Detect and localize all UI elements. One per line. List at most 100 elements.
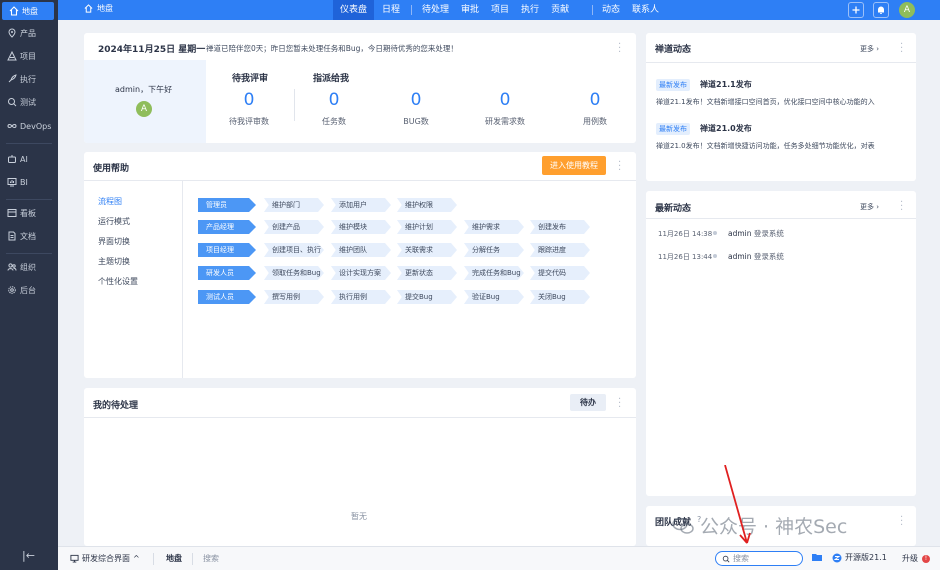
upgrade-link[interactable]: 升级 ! [902,553,930,564]
stat-story-count[interactable]: 0 [475,90,535,110]
bottom-crumb-my[interactable]: 地盘 [166,553,182,564]
help-title: 使用帮助 [93,164,130,174]
team-icon [6,262,17,273]
flow-step: 领取任务和Bug [264,266,324,280]
tab-dynamic[interactable]: 动态 [602,0,620,20]
bottom-bar: 研发综合界面 ^ 地盘 搜索 搜索 开源版21.1 升级 ! [58,546,940,570]
top-nav: 仪表盘 日程 [333,0,400,20]
sidebar-item-test[interactable]: 测试 [0,93,58,111]
create-button[interactable] [848,2,864,18]
more-menu-icon[interactable]: · · · [618,158,621,176]
flow-step: 设计实现方案 [331,266,391,280]
latest-dynamic-more-link[interactable]: 更多 › [860,202,879,212]
upgrade-label: 升级 [902,554,918,563]
gear-icon [6,285,17,296]
release-badge: 最新发布 [656,123,690,135]
sidebar-item-execution[interactable]: 执行 [0,70,58,88]
tab-execution[interactable]: 执行 [521,0,539,20]
welcome-message: 禅道已陪伴您0天；昨日您暂未处理任务和Bug，今日期待优秀的您来处理！ [206,44,458,53]
more-label: 更多 [860,45,874,53]
news-title[interactable]: 禅道21.1发布 [700,79,752,90]
stat-review-count[interactable]: 0 [219,90,279,110]
interface-switcher[interactable]: 研发综合界面 ^ [70,553,140,564]
flow-role-admin: 管理员 [198,198,256,212]
more-menu-icon[interactable]: · · · [618,40,621,58]
sidebar-item-label: 组织 [20,262,36,272]
tab-contacts[interactable]: 联系人 [632,0,659,20]
folder-icon[interactable] [811,552,823,565]
sidebar-collapse-button[interactable]: |← [22,549,35,562]
release-badge: 最新发布 [656,79,690,91]
flow-step: 执行用例 [331,290,391,304]
more-menu-icon[interactable]: · · · [900,198,903,216]
sidebar-item-ai[interactable]: AI [0,150,58,168]
todo-panel: 我的待处理 待办 · · · 暂无 [84,388,636,546]
sidebar-item-devops[interactable]: DevOps [0,117,58,135]
sidebar-item-project[interactable]: 项目 [0,47,58,65]
flow-step: 更新状态 [397,266,457,280]
sidebar-item-label: 地盘 [22,6,38,16]
stat-story-label: 研发需求数 [485,117,525,126]
todo-tab[interactable]: 待办 [570,394,606,411]
todo-header-divider [84,417,636,418]
timeline-dot [713,231,717,235]
rocket-icon [6,74,17,85]
top-nav-work: 待处理 审批 项目 执行 贡献 [422,0,569,20]
help-nav-personal[interactable]: 个性化设置 [98,276,138,287]
welcome-panel: 2024年11月25日 星期一 禅道已陪伴您0天；昨日您暂未处理任务和Bug，今… [84,33,636,143]
sidebar-item-bi[interactable]: BI [0,173,58,191]
sidebar-item-label: 后台 [20,285,36,295]
sidebar-item-kanban[interactable]: 看板 [0,204,58,222]
more-menu-icon[interactable]: · · · [900,513,903,531]
help-nav-theme[interactable]: 主题切换 [98,256,130,267]
latest-dynamic-title: 最新动态 [655,204,692,214]
flow-role-project-manager: 项目经理 [198,243,256,257]
version-info[interactable]: 开源版21.1 [832,552,887,563]
flow-role-product-manager: 产品经理 [198,220,256,234]
sidebar-item-admin[interactable]: 后台 [0,281,58,299]
help-nav-interface[interactable]: 界面切换 [98,236,130,247]
tab-todo[interactable]: 待处理 [422,0,449,20]
zentao-news-title: 禅道动态 [655,45,692,55]
more-menu-icon[interactable]: · · · [900,40,903,58]
tab-review[interactable]: 审批 [461,0,479,20]
welcome-date: 2024年11月25日 星期一 [98,45,206,55]
more-menu-icon[interactable]: · · · [618,395,621,413]
breadcrumb[interactable]: 地盘 [84,3,113,14]
bottom-crumb-search[interactable]: 搜索 [203,553,219,564]
tab-project[interactable]: 项目 [491,0,509,20]
sidebar-item-label: 项目 [20,51,36,61]
sidebar-item-org[interactable]: 组织 [0,258,58,276]
news-title[interactable]: 禅道21.0发布 [700,123,752,134]
help-header-divider [84,180,636,181]
test-search-icon [6,97,17,108]
tab-calendar[interactable]: 日程 [382,0,400,20]
stats-divider [294,89,295,121]
zentao-news-more-link[interactable]: 更多 › [860,44,879,54]
sidebar-item-label: 执行 [20,74,36,84]
flow-step: 维护计划 [397,220,457,234]
chevron-up-icon: ^ [133,554,140,563]
flow-step: 维护需求 [464,220,524,234]
tab-contribution[interactable]: 贡献 [551,0,569,20]
help-nav-flowchart[interactable]: 流程图 [98,196,122,207]
enter-tutorial-button[interactable]: 进入使用教程 [542,156,606,175]
stat-case-count[interactable]: 0 [565,90,625,110]
flow-step: 撰写用例 [264,290,324,304]
global-search-input[interactable]: 搜索 [715,551,803,566]
stat-bug-count[interactable]: 0 [386,90,446,110]
sidebar-item-doc[interactable]: 文档 [0,227,58,245]
sidebar-item-my[interactable]: 地盘 [2,2,54,20]
sidebar-item-label: 产品 [20,28,36,38]
monitor-icon [70,554,79,563]
sidebar-item-label: 看板 [20,208,36,218]
notification-button[interactable] [873,2,889,18]
user-avatar[interactable]: A [899,2,915,18]
tab-dashboard[interactable]: 仪表盘 [333,0,375,20]
flow-step: 分解任务 [464,243,524,257]
dynamic-time: 11月26日 13:44 [658,253,713,261]
sidebar-item-product[interactable]: 产品 [0,24,58,42]
bottom-divider [153,553,154,565]
help-nav-mode[interactable]: 运行模式 [98,216,130,227]
stat-task-count[interactable]: 0 [304,90,364,110]
